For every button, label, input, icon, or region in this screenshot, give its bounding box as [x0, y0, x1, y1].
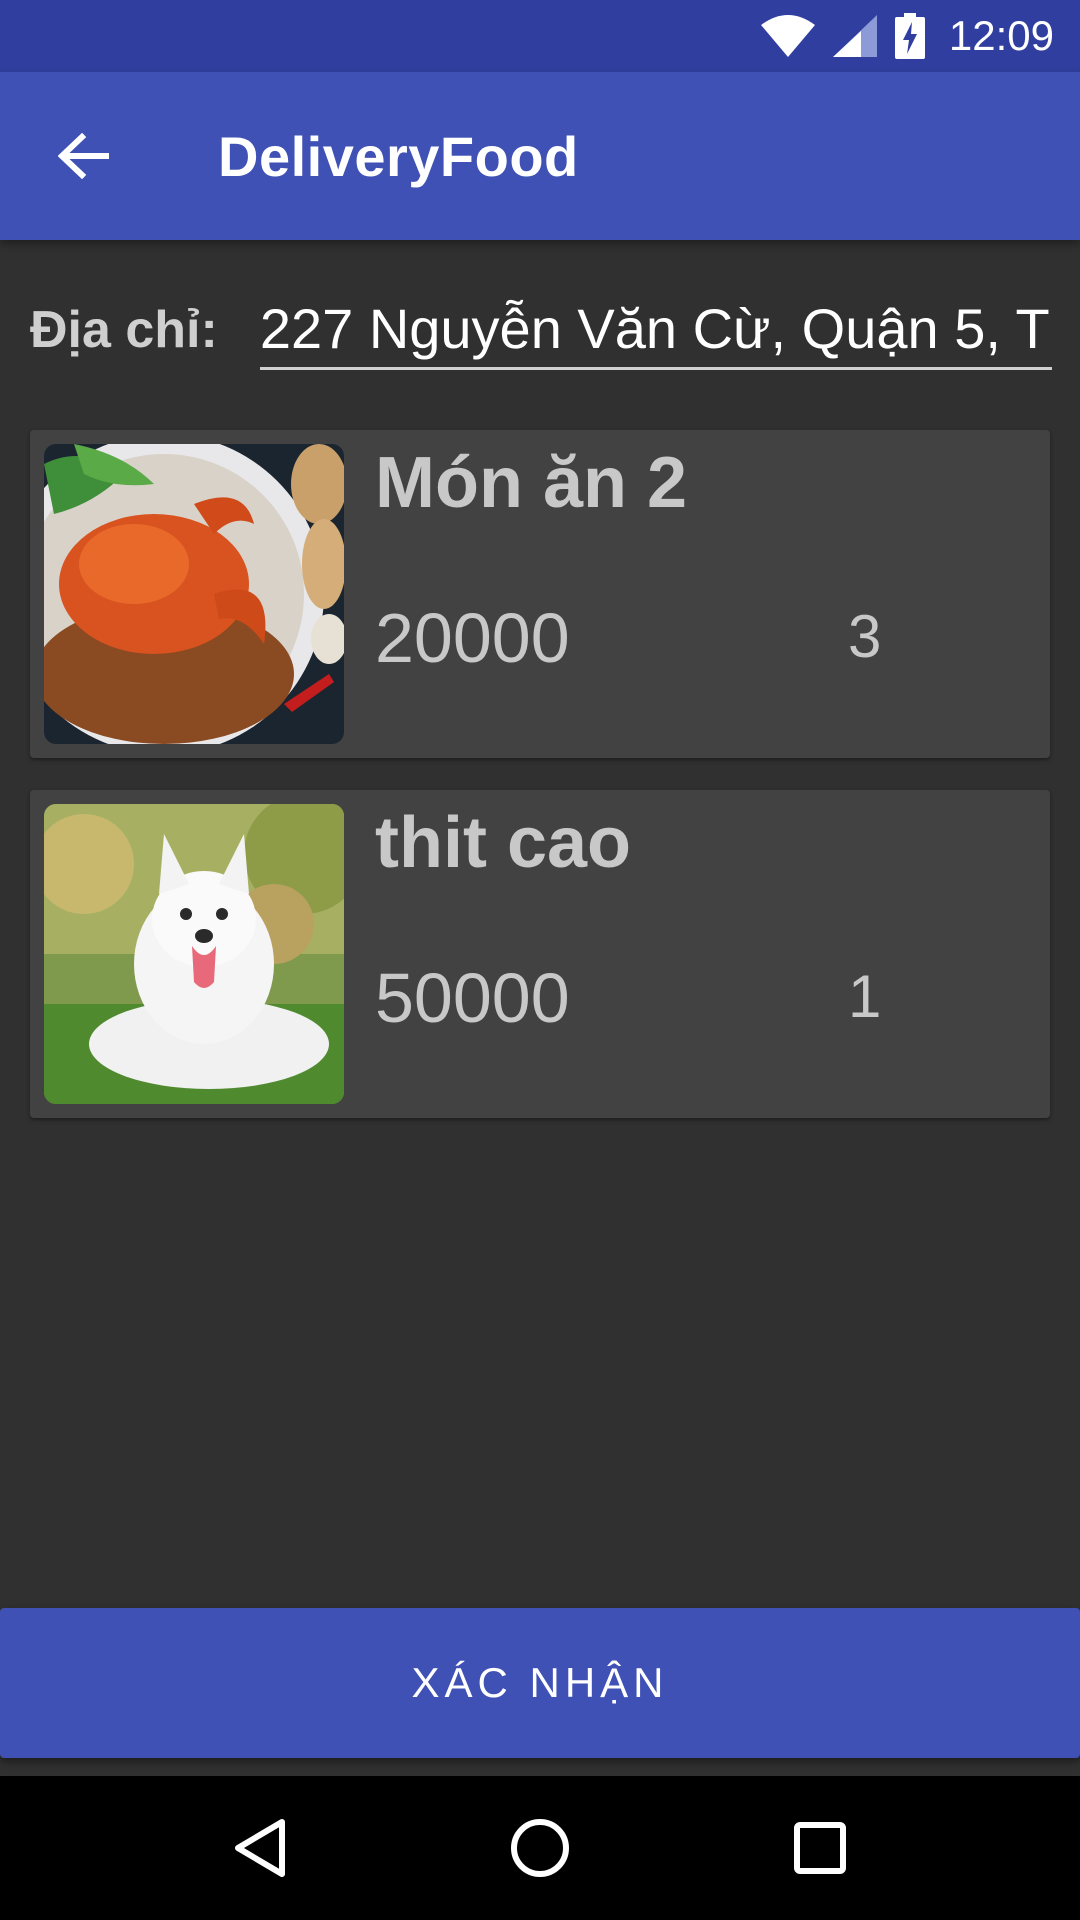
item-price: 50000: [375, 959, 570, 1037]
app-bar: DeliveryFood: [0, 72, 1080, 240]
nav-recents-button[interactable]: [760, 1788, 880, 1908]
address-input[interactable]: [259, 290, 1052, 370]
status-bar: 12:09: [0, 0, 1080, 72]
home-circle-icon: [511, 1819, 569, 1877]
wifi-icon: [760, 15, 815, 57]
food-image-crab: [44, 444, 344, 744]
back-triangle-icon: [235, 1819, 285, 1877]
status-time: 12:09: [948, 12, 1054, 59]
nav-back-button[interactable]: [200, 1788, 320, 1908]
food-image-dog: [44, 804, 344, 1104]
list-item[interactable]: Món ăn 2 20000 3: [30, 430, 1050, 758]
app-title: DeliveryFood: [218, 124, 579, 188]
item-quantity: 1: [848, 963, 882, 1030]
cart-list: Món ăn 2 20000 3 thit cao 50000 1: [30, 430, 1050, 1150]
address-label: Địa chỉ:: [30, 301, 218, 359]
recents-square-icon: [794, 1822, 846, 1874]
back-button[interactable]: [36, 108, 132, 204]
item-quantity: 3: [848, 603, 882, 670]
battery-charging-icon: [894, 13, 925, 59]
nav-home-button[interactable]: [480, 1788, 600, 1908]
navigation-bar: [0, 1776, 1080, 1920]
confirm-button[interactable]: XÁC NHẬN: [0, 1608, 1080, 1758]
arrow-back-icon: [58, 133, 109, 179]
item-price: 20000: [375, 599, 570, 677]
item-name: Món ăn 2: [375, 443, 688, 523]
item-name: thit cao: [375, 803, 632, 883]
address-row: Địa chỉ:: [30, 290, 1052, 370]
list-item[interactable]: thit cao 50000 1: [30, 790, 1050, 1118]
signal-icon: [832, 15, 877, 57]
